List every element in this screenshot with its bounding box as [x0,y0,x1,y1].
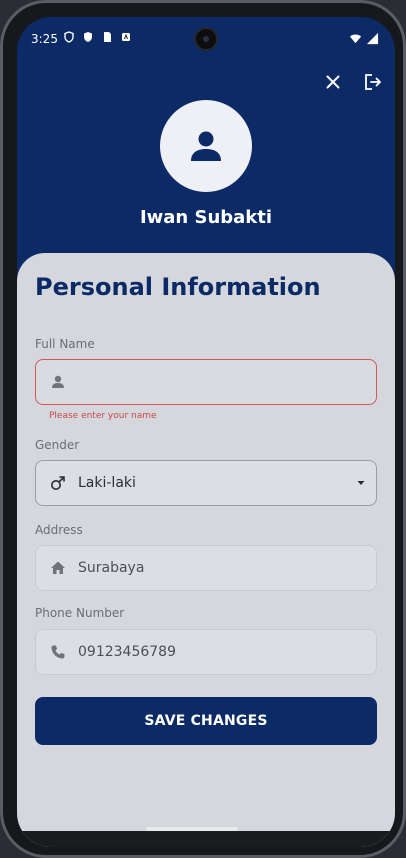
male-icon [51,476,65,490]
phone-label: Phone Number [35,606,125,620]
phone-field[interactable] [35,629,377,675]
front-camera [194,27,218,51]
gender-label: Gender [35,438,80,452]
logout-button[interactable] [359,69,387,95]
person-icon [191,131,221,161]
shield-icon [64,31,74,43]
signal-icon [366,32,379,45]
status-time: 3:25 [31,32,58,46]
chevron-down-icon [357,481,365,485]
save-changes-button[interactable]: SAVE CHANGES [35,697,377,745]
personal-info-card: Personal Information Full Name Please en… [17,253,395,847]
full-name-icon-wrap [38,359,78,405]
section-title: Personal Information [35,273,321,301]
phone-icon-wrap [38,629,78,675]
address-icon-wrap [38,545,78,591]
gender-value: Laki-laki [78,475,136,491]
app-notification-icon [122,33,130,41]
system-nav-bar [17,831,395,847]
phone-icon [51,645,65,659]
full-name-input[interactable] [78,360,376,404]
wifi-icon [349,34,362,44]
address-input[interactable] [78,546,376,590]
device-frame: 3:25 Iwan Subakti Personal Information F… [0,0,406,858]
avatar[interactable] [160,100,252,192]
gender-dropdown[interactable]: Laki-laki [35,460,377,506]
dropdown-caret-wrap [346,478,376,488]
phone-input[interactable] [78,630,376,674]
address-field[interactable] [35,545,377,591]
full-name-field[interactable] [35,359,377,405]
full-name-label: Full Name [35,337,95,351]
notification-icons [63,31,132,43]
gender-icon-wrap [38,460,78,506]
person-icon [52,375,64,388]
shield-filled-icon [84,32,92,42]
system-status-icons [349,32,379,45]
sim-card-icon [104,32,111,42]
header-actions [319,69,387,95]
status-bar: 3:25 [17,17,395,61]
home-indicator[interactable] [146,827,238,831]
logout-icon [365,74,381,90]
address-label: Address [35,523,83,537]
close-icon [326,75,340,89]
profile-name: Iwan Subakti [139,207,273,228]
full-name-error: Please enter your name [49,411,157,421]
home-icon [51,561,65,574]
app-screen: 3:25 Iwan Subakti Personal Information F… [17,17,395,847]
close-button[interactable] [319,69,347,95]
